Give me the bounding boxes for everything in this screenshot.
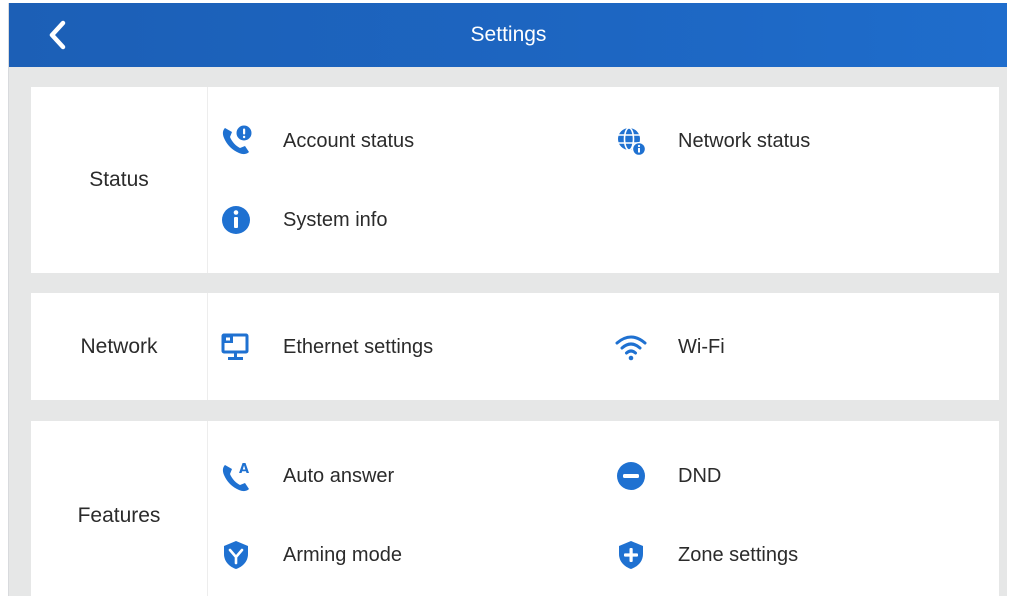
info-circle-icon: [219, 203, 253, 237]
account-status-item[interactable]: Account status: [219, 119, 414, 163]
back-arrow-icon: [49, 20, 66, 50]
dnd-icon: [614, 459, 648, 493]
page-title: Settings: [470, 23, 547, 46]
auto-answer-label: Auto answer: [283, 464, 395, 487]
zone-settings-label: Zone settings: [678, 543, 799, 566]
network-section: Network Ethernet settings Wi-Fi: [31, 293, 999, 400]
arming-mode-item[interactable]: Arming mode: [219, 533, 402, 577]
wifi-label: Wi-Fi: [678, 335, 725, 358]
network-status-item[interactable]: Network status: [614, 119, 810, 163]
svg-text:A: A: [239, 462, 249, 477]
system-info-item[interactable]: System info: [219, 198, 387, 242]
status-section-label: Status: [31, 87, 208, 273]
settings-screen: Settings Status Account status Network s…: [8, 3, 1007, 596]
ethernet-settings-item[interactable]: Ethernet settings: [219, 325, 433, 369]
dnd-label: DND: [678, 464, 722, 487]
network-status-label: Network status: [678, 129, 811, 152]
network-section-label: Network: [31, 293, 208, 400]
wifi-icon: [614, 330, 648, 364]
ethernet-settings-label: Ethernet settings: [283, 335, 434, 358]
header-bar: Settings: [9, 3, 1007, 67]
dnd-item[interactable]: DND: [614, 454, 721, 498]
auto-answer-item[interactable]: A Auto answer: [219, 454, 394, 498]
account-status-label: Account status: [283, 129, 415, 152]
ethernet-icon: [219, 330, 253, 364]
status-section: Status Account status Network status Sys…: [31, 87, 999, 273]
globe-info-icon: [614, 124, 648, 158]
auto-answer-icon: A: [219, 459, 253, 493]
wifi-item[interactable]: Wi-Fi: [614, 325, 725, 369]
phone-alert-icon: [219, 124, 253, 158]
back-button[interactable]: [39, 17, 75, 53]
zone-settings-item[interactable]: Zone settings: [614, 533, 798, 577]
arming-shield-icon: [219, 538, 253, 572]
system-info-label: System info: [283, 208, 388, 231]
features-section-label: Features: [31, 421, 208, 596]
features-section: Features A Auto answer DND Arming mode Z…: [31, 421, 999, 596]
zone-shield-icon: [614, 538, 648, 572]
arming-mode-label: Arming mode: [283, 543, 402, 566]
